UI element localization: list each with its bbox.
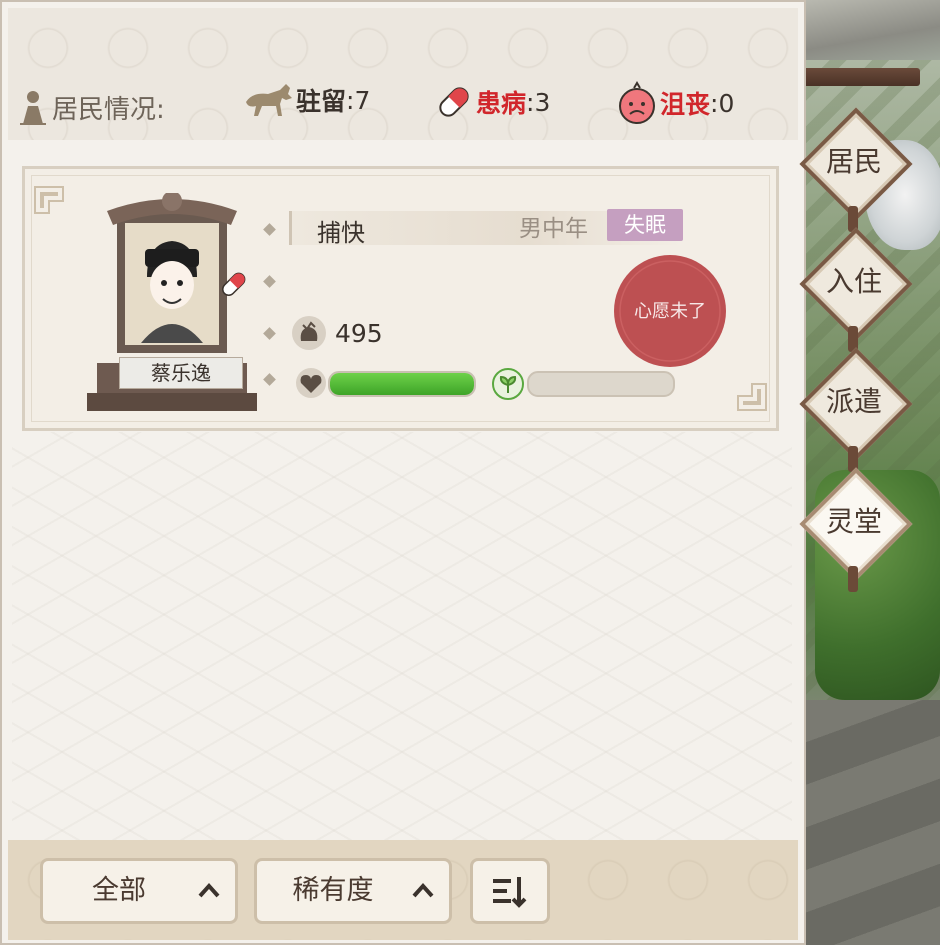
health-heart-icon [296, 368, 326, 398]
tab-hanging-knot [848, 566, 858, 592]
horse-icon [246, 84, 292, 116]
sad-face-icon [619, 81, 655, 124]
resident-trait-badge[interactable]: 失眠 [607, 209, 683, 241]
resident-money: 495 [335, 319, 383, 348]
panel-watermark [12, 432, 792, 842]
sort-icon [493, 877, 527, 908]
stat-sick: 患病 : 3 [432, 80, 550, 124]
tab-check-in-label: 入住 [825, 265, 882, 298]
filter-rarity-button[interactable]: 稀有度 [254, 858, 452, 924]
chevron-up-icon [198, 883, 220, 898]
mood-leaf-icon [492, 368, 524, 400]
resident-job: 捕快 [317, 219, 365, 247]
filter-rarity-label: 稀有度 [292, 875, 374, 906]
pill-icon [439, 87, 469, 117]
tab-residents-label: 居民 [825, 145, 882, 178]
tab-dispatch-label: 派遣 [825, 385, 882, 418]
resident-gender-age: 男中年 [519, 216, 588, 242]
depressed-label: 沮丧 [660, 90, 711, 119]
wish-unfulfilled-seal: 心愿未了 [614, 255, 726, 367]
world-roof [805, 0, 940, 60]
stay-label: 驻留 [296, 87, 347, 116]
tab-residents[interactable]: 居民 [799, 107, 913, 232]
filter-all-button[interactable]: 全部 [40, 858, 238, 924]
sick-value: 3 [534, 87, 551, 117]
stay-value: 7 [354, 85, 371, 115]
health-bar [328, 371, 476, 397]
resident-card[interactable]: 蔡乐逸 捕快 男中年 失眠 495 心愿未了 [22, 166, 779, 431]
residents-status: 居民情况: [20, 88, 165, 126]
chevron-up-icon [412, 883, 434, 898]
residents-panel [0, 0, 806, 945]
sort-order-button[interactable] [470, 858, 550, 924]
stay-sep: : [346, 85, 355, 115]
money-bag-icon [292, 316, 326, 350]
corner-ornament-icon [34, 186, 64, 214]
tab-memorial-hall[interactable]: 灵堂 [799, 467, 913, 592]
depressed-sep: : [710, 88, 719, 118]
depressed-value: 0 [718, 88, 735, 118]
stat-stay: 驻留 : 7 [242, 80, 370, 120]
tab-dispatch[interactable]: 派遣 [799, 347, 913, 472]
tab-memorial-hall-label: 灵堂 [825, 505, 882, 538]
filter-all-label: 全部 [92, 875, 146, 906]
resident-name: 蔡乐逸 [119, 357, 243, 389]
stat-depressed: 沮丧 : 0 [614, 80, 734, 126]
mood-bar [527, 371, 675, 397]
corner-ornament-icon [737, 383, 767, 411]
sick-label: 患病 [476, 89, 527, 118]
world-road [805, 700, 940, 945]
health-bar-fill [330, 373, 474, 395]
tab-check-in[interactable]: 入住 [799, 227, 913, 352]
residents-status-label: 居民情况: [52, 94, 165, 125]
sick-sep: : [526, 87, 535, 117]
seal-text: 心愿未了 [634, 301, 706, 322]
tab-hanger-beam [800, 68, 920, 86]
resident-person-icon [20, 91, 46, 125]
